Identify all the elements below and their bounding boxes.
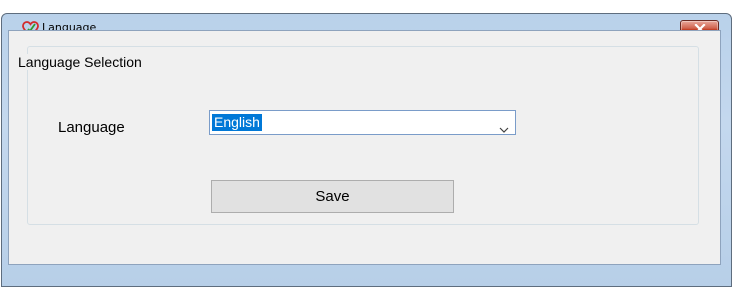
language-label: Language <box>58 119 125 136</box>
save-button[interactable]: Save <box>211 180 454 213</box>
language-selected-value: English <box>212 114 262 131</box>
chevron-down-icon[interactable] <box>499 120 509 138</box>
language-dropdown[interactable]: English <box>209 110 516 135</box>
group-legend: Language Selection <box>16 54 146 70</box>
